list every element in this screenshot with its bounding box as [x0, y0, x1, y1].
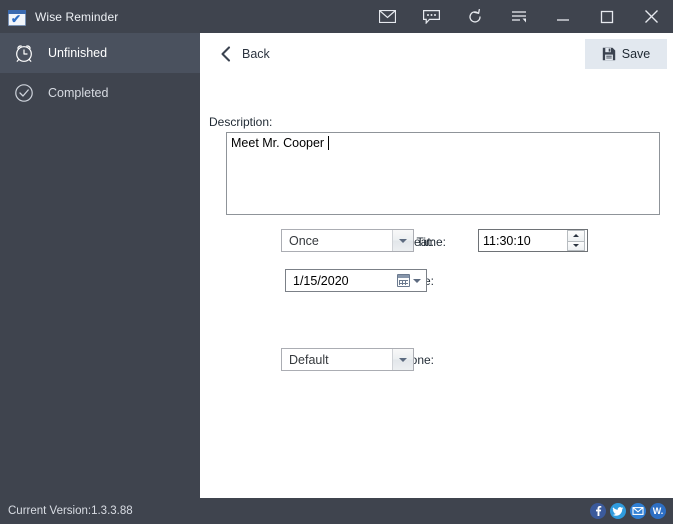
- sidebar-item-label: Completed: [48, 86, 109, 100]
- feedback-icon[interactable]: [409, 0, 453, 33]
- description-value: Meet Mr. Cooper: [231, 136, 325, 150]
- back-button-label: Back: [242, 47, 270, 61]
- status-bar: Current Version:1.3.3.88 W.: [0, 498, 673, 524]
- repeat-value: Once: [289, 233, 319, 248]
- content-toolbar: Back Save: [200, 33, 673, 76]
- wise-icon[interactable]: W.: [650, 503, 666, 519]
- time-label: Time:: [416, 235, 446, 249]
- minimize-button[interactable]: [541, 0, 585, 33]
- sidebar-item-unfinished[interactable]: Unfinished: [0, 33, 200, 73]
- save-button[interactable]: Save: [585, 39, 667, 69]
- floppy-disk-icon: [602, 47, 616, 61]
- mail-icon[interactable]: [365, 0, 409, 33]
- ringtone-value: Default: [289, 352, 329, 367]
- time-stepper[interactable]: [567, 230, 585, 251]
- menu-icon[interactable]: [497, 0, 541, 33]
- title-bar: ✔ Wise Reminder: [0, 0, 673, 33]
- calendar-icon: [396, 274, 410, 287]
- sidebar: Unfinished Completed: [0, 33, 200, 498]
- description-input[interactable]: Meet Mr. Cooper: [226, 132, 660, 215]
- text-caret: [328, 136, 330, 150]
- maximize-button[interactable]: [585, 0, 629, 33]
- ringtone-select[interactable]: Default: [281, 348, 414, 371]
- refresh-icon[interactable]: [453, 0, 497, 33]
- time-input[interactable]: 11:30:10: [478, 229, 588, 252]
- twitter-icon[interactable]: [610, 503, 626, 519]
- date-picker[interactable]: 1/15/2020: [285, 269, 427, 292]
- back-button[interactable]: Back: [212, 39, 278, 69]
- sidebar-item-completed[interactable]: Completed: [0, 73, 200, 113]
- chevron-down-icon[interactable]: [412, 278, 421, 283]
- social-links: W.: [590, 503, 666, 519]
- time-value: 11:30:10: [483, 233, 531, 248]
- chevron-down-icon[interactable]: [392, 349, 413, 370]
- time-stepper-up[interactable]: [567, 230, 585, 241]
- sidebar-item-label: Unfinished: [48, 46, 108, 60]
- app-icon-calendar-check: ✔: [8, 8, 26, 26]
- repeat-select[interactable]: Once: [281, 229, 414, 252]
- wise-reminder-window: ✔ Wise Reminder Unfinished Completed Bac…: [0, 0, 673, 524]
- facebook-icon[interactable]: [590, 503, 606, 519]
- content-panel: Back Save Description: Meet Mr. Cooper O…: [200, 33, 673, 498]
- save-button-label: Save: [621, 47, 651, 61]
- close-button[interactable]: [629, 0, 673, 33]
- date-picker-button[interactable]: [394, 270, 426, 291]
- email-icon[interactable]: [630, 503, 646, 519]
- check-circle-icon: [12, 81, 36, 105]
- time-stepper-down[interactable]: [567, 240, 585, 251]
- date-value: 1/15/2020: [293, 273, 349, 288]
- window-title: Wise Reminder: [35, 9, 119, 24]
- version-label: Current Version:1.3.3.88: [8, 505, 133, 517]
- chevron-left-icon: [220, 46, 232, 62]
- description-label: Description:: [209, 115, 273, 129]
- alarm-clock-icon: [12, 41, 36, 65]
